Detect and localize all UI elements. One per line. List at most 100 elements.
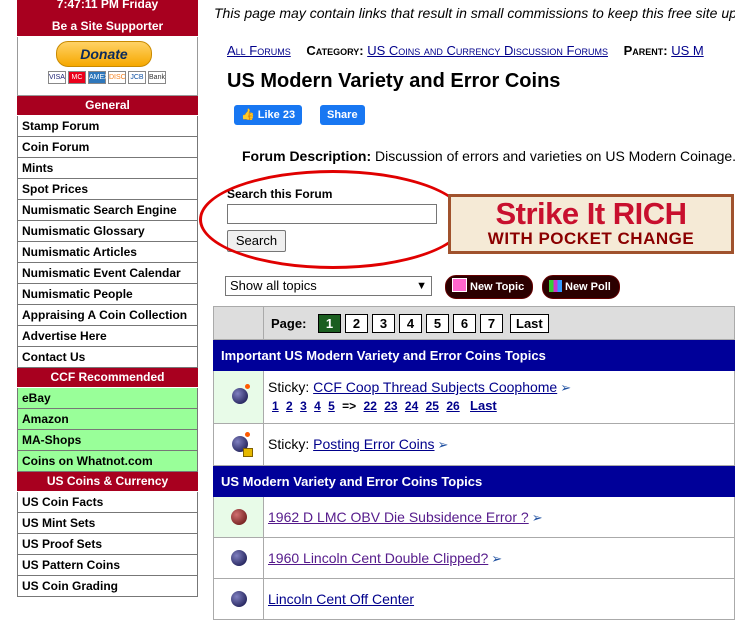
us-coins-header: US Coins & Currency — [17, 472, 198, 492]
page-button-2[interactable]: 2 — [345, 314, 368, 333]
category-link[interactable]: US Coins and Currency Discussion Forums — [367, 43, 608, 58]
strike-it-rich-ad[interactable]: Strike It RICH WITH POCKET CHANGE — [448, 194, 734, 254]
sidebar: 7:47:11 PM Friday Be a Site Supporter Do… — [17, 0, 198, 597]
like-label: Like 23 — [257, 109, 296, 121]
important-topics-header: Important US Modern Variety and Error Co… — [213, 340, 735, 371]
forum-description: Forum Description: Discussion of errors … — [242, 148, 735, 164]
page-button-last[interactable]: Last — [510, 314, 549, 333]
amex-card-icon: AMEX — [88, 71, 109, 84]
page-button-7[interactable]: 7 — [480, 314, 503, 333]
topic-icon — [231, 550, 247, 566]
bank-icon: Bank — [148, 71, 166, 84]
sidebar-item-mints[interactable]: Mints — [17, 158, 198, 179]
topic-link[interactable]: 1960 Lincoln Cent Double Clipped? — [268, 550, 488, 566]
topic-page-link[interactable]: 22 — [364, 399, 377, 413]
topic-page-link[interactable]: 23 — [384, 399, 397, 413]
sticky-label: Sticky: — [268, 436, 310, 452]
donate-button[interactable]: Donate — [56, 41, 152, 67]
page-gap-arrow: => — [342, 399, 357, 413]
topics-filter-value: Show all topics — [230, 278, 317, 293]
sidebar-item-ma-shops[interactable]: MA-Shops — [17, 430, 198, 451]
all-forums-link[interactable]: All Forums — [227, 43, 291, 58]
sidebar-item-advertise[interactable]: Advertise Here — [17, 326, 198, 347]
sidebar-item-coin-facts[interactable]: US Coin Facts — [17, 492, 198, 513]
sidebar-item-pattern-coins[interactable]: US Pattern Coins — [17, 555, 198, 576]
sidebar-item-proof-sets[interactable]: US Proof Sets — [17, 534, 198, 555]
table-row: Sticky: Posting Error Coins ➢ — [213, 424, 735, 466]
facebook-like-button[interactable]: 👍 Like 23 — [234, 105, 303, 125]
topic-page-link[interactable]: 4 — [314, 399, 321, 413]
new-topic-label: New Topic — [470, 281, 525, 293]
topic-page-link[interactable]: 3 — [300, 399, 307, 413]
page-title: US Modern Variety and Error Coins — [227, 70, 561, 92]
donate-box: Donate VISA MC AMEX DISC JCB Bank — [17, 37, 198, 96]
new-poll-button[interactable]: New Poll — [542, 275, 620, 299]
table-row: 1960 Lincoln Cent Double Clipped? ➢ — [213, 538, 735, 579]
sticky-label: Sticky: — [268, 379, 310, 395]
parent-link[interactable]: US M — [671, 43, 704, 58]
discover-card-icon: DISC — [108, 71, 126, 84]
new-topic-icon — [452, 278, 467, 292]
sidebar-item-glossary[interactable]: Numismatic Glossary — [17, 221, 198, 242]
topic-link[interactable]: CCF Coop Thread Subjects Coophome — [313, 379, 557, 395]
jcb-card-icon: JCB — [128, 71, 146, 84]
topic-last-page-link[interactable]: Last — [470, 398, 497, 413]
sidebar-item-people[interactable]: Numismatic People — [17, 284, 198, 305]
pagination-row: Page: 1 2 3 4 5 6 7 Last — [213, 306, 735, 340]
topic-link[interactable]: 1962 D LMC OBV Die Subsidence Error ? — [268, 509, 529, 525]
sidebar-item-ebay[interactable]: eBay — [17, 388, 198, 409]
sidebar-item-appraising[interactable]: Appraising A Coin Collection — [17, 305, 198, 326]
page-button-4[interactable]: 4 — [399, 314, 422, 333]
topic-link[interactable]: Posting Error Coins — [313, 436, 434, 452]
current-time: 7:47:11 PM Friday — [17, 0, 198, 17]
sidebar-item-amazon[interactable]: Amazon — [17, 409, 198, 430]
lock-icon — [243, 448, 253, 457]
new-topic-button[interactable]: New Topic — [445, 275, 534, 299]
topic-page-link[interactable]: 24 — [405, 399, 418, 413]
go-to-last-post-icon[interactable]: ➢ — [560, 380, 571, 396]
table-row: 1962 D LMC OBV Die Subsidence Error ? ➢ — [213, 497, 735, 538]
commission-note: This page may contain links that result … — [214, 5, 735, 21]
sidebar-item-mint-sets[interactable]: US Mint Sets — [17, 513, 198, 534]
sidebar-item-contact[interactable]: Contact Us — [17, 347, 198, 368]
page-button-5[interactable]: 5 — [426, 314, 449, 333]
sidebar-item-event-calendar[interactable]: Numismatic Event Calendar — [17, 263, 198, 284]
supporter-header: Be a Site Supporter — [17, 17, 198, 37]
page-button-1[interactable]: 1 — [318, 314, 341, 333]
go-to-last-post-icon[interactable]: ➢ — [532, 510, 543, 526]
go-to-last-post-icon[interactable]: ➢ — [491, 551, 502, 567]
highlight-circle — [199, 170, 467, 269]
topic-icon — [231, 591, 247, 607]
sidebar-item-articles[interactable]: Numismatic Articles — [17, 242, 198, 263]
topic-page-link[interactable]: 25 — [426, 399, 439, 413]
sidebar-item-search-engine[interactable]: Numismatic Search Engine — [17, 200, 198, 221]
topic-page-link[interactable]: 1 — [272, 399, 279, 413]
topic-page-link[interactable]: 26 — [446, 399, 459, 413]
topic-link[interactable]: Lincoln Cent Off Center — [268, 591, 414, 607]
ad-subline: WITH POCKET CHANGE — [487, 229, 695, 248]
general-header: General — [17, 96, 198, 116]
table-row: Lincoln Cent Off Center — [213, 579, 735, 620]
topic-page-link[interactable]: 5 — [328, 399, 335, 413]
sidebar-item-spot-prices[interactable]: Spot Prices — [17, 179, 198, 200]
go-to-last-post-icon[interactable]: ➢ — [438, 437, 449, 453]
page-button-3[interactable]: 3 — [372, 314, 395, 333]
hot-topic-icon — [231, 509, 247, 525]
description-text: Discussion of errors and varieties on US… — [371, 148, 735, 164]
sidebar-item-coin-forum[interactable]: Coin Forum — [17, 137, 198, 158]
topics-filter-select[interactable]: Show all topics ▼ — [225, 276, 432, 296]
facebook-share-button[interactable]: Share — [320, 105, 365, 125]
sidebar-item-whatnot[interactable]: Coins on Whatnot.com — [17, 451, 198, 472]
page-button-6[interactable]: 6 — [453, 314, 476, 333]
category-label: Category: — [306, 43, 364, 58]
recommended-header: CCF Recommended — [17, 368, 198, 388]
sticky-topic-icon — [232, 388, 248, 404]
thumbs-up-icon: 👍 — [241, 109, 255, 121]
page-label: Page: — [271, 316, 307, 331]
topic-page-link[interactable]: 2 — [286, 399, 293, 413]
topic-page-links: 1 2 3 4 5 => 22 23 24 25 26 Last — [272, 398, 501, 413]
parent-label: Parent: — [623, 43, 668, 58]
table-row: Sticky: CCF Coop Thread Subjects Coophom… — [213, 371, 735, 424]
new-poll-label: New Poll — [565, 281, 611, 293]
sidebar-item-stamp-forum[interactable]: Stamp Forum — [17, 116, 198, 137]
